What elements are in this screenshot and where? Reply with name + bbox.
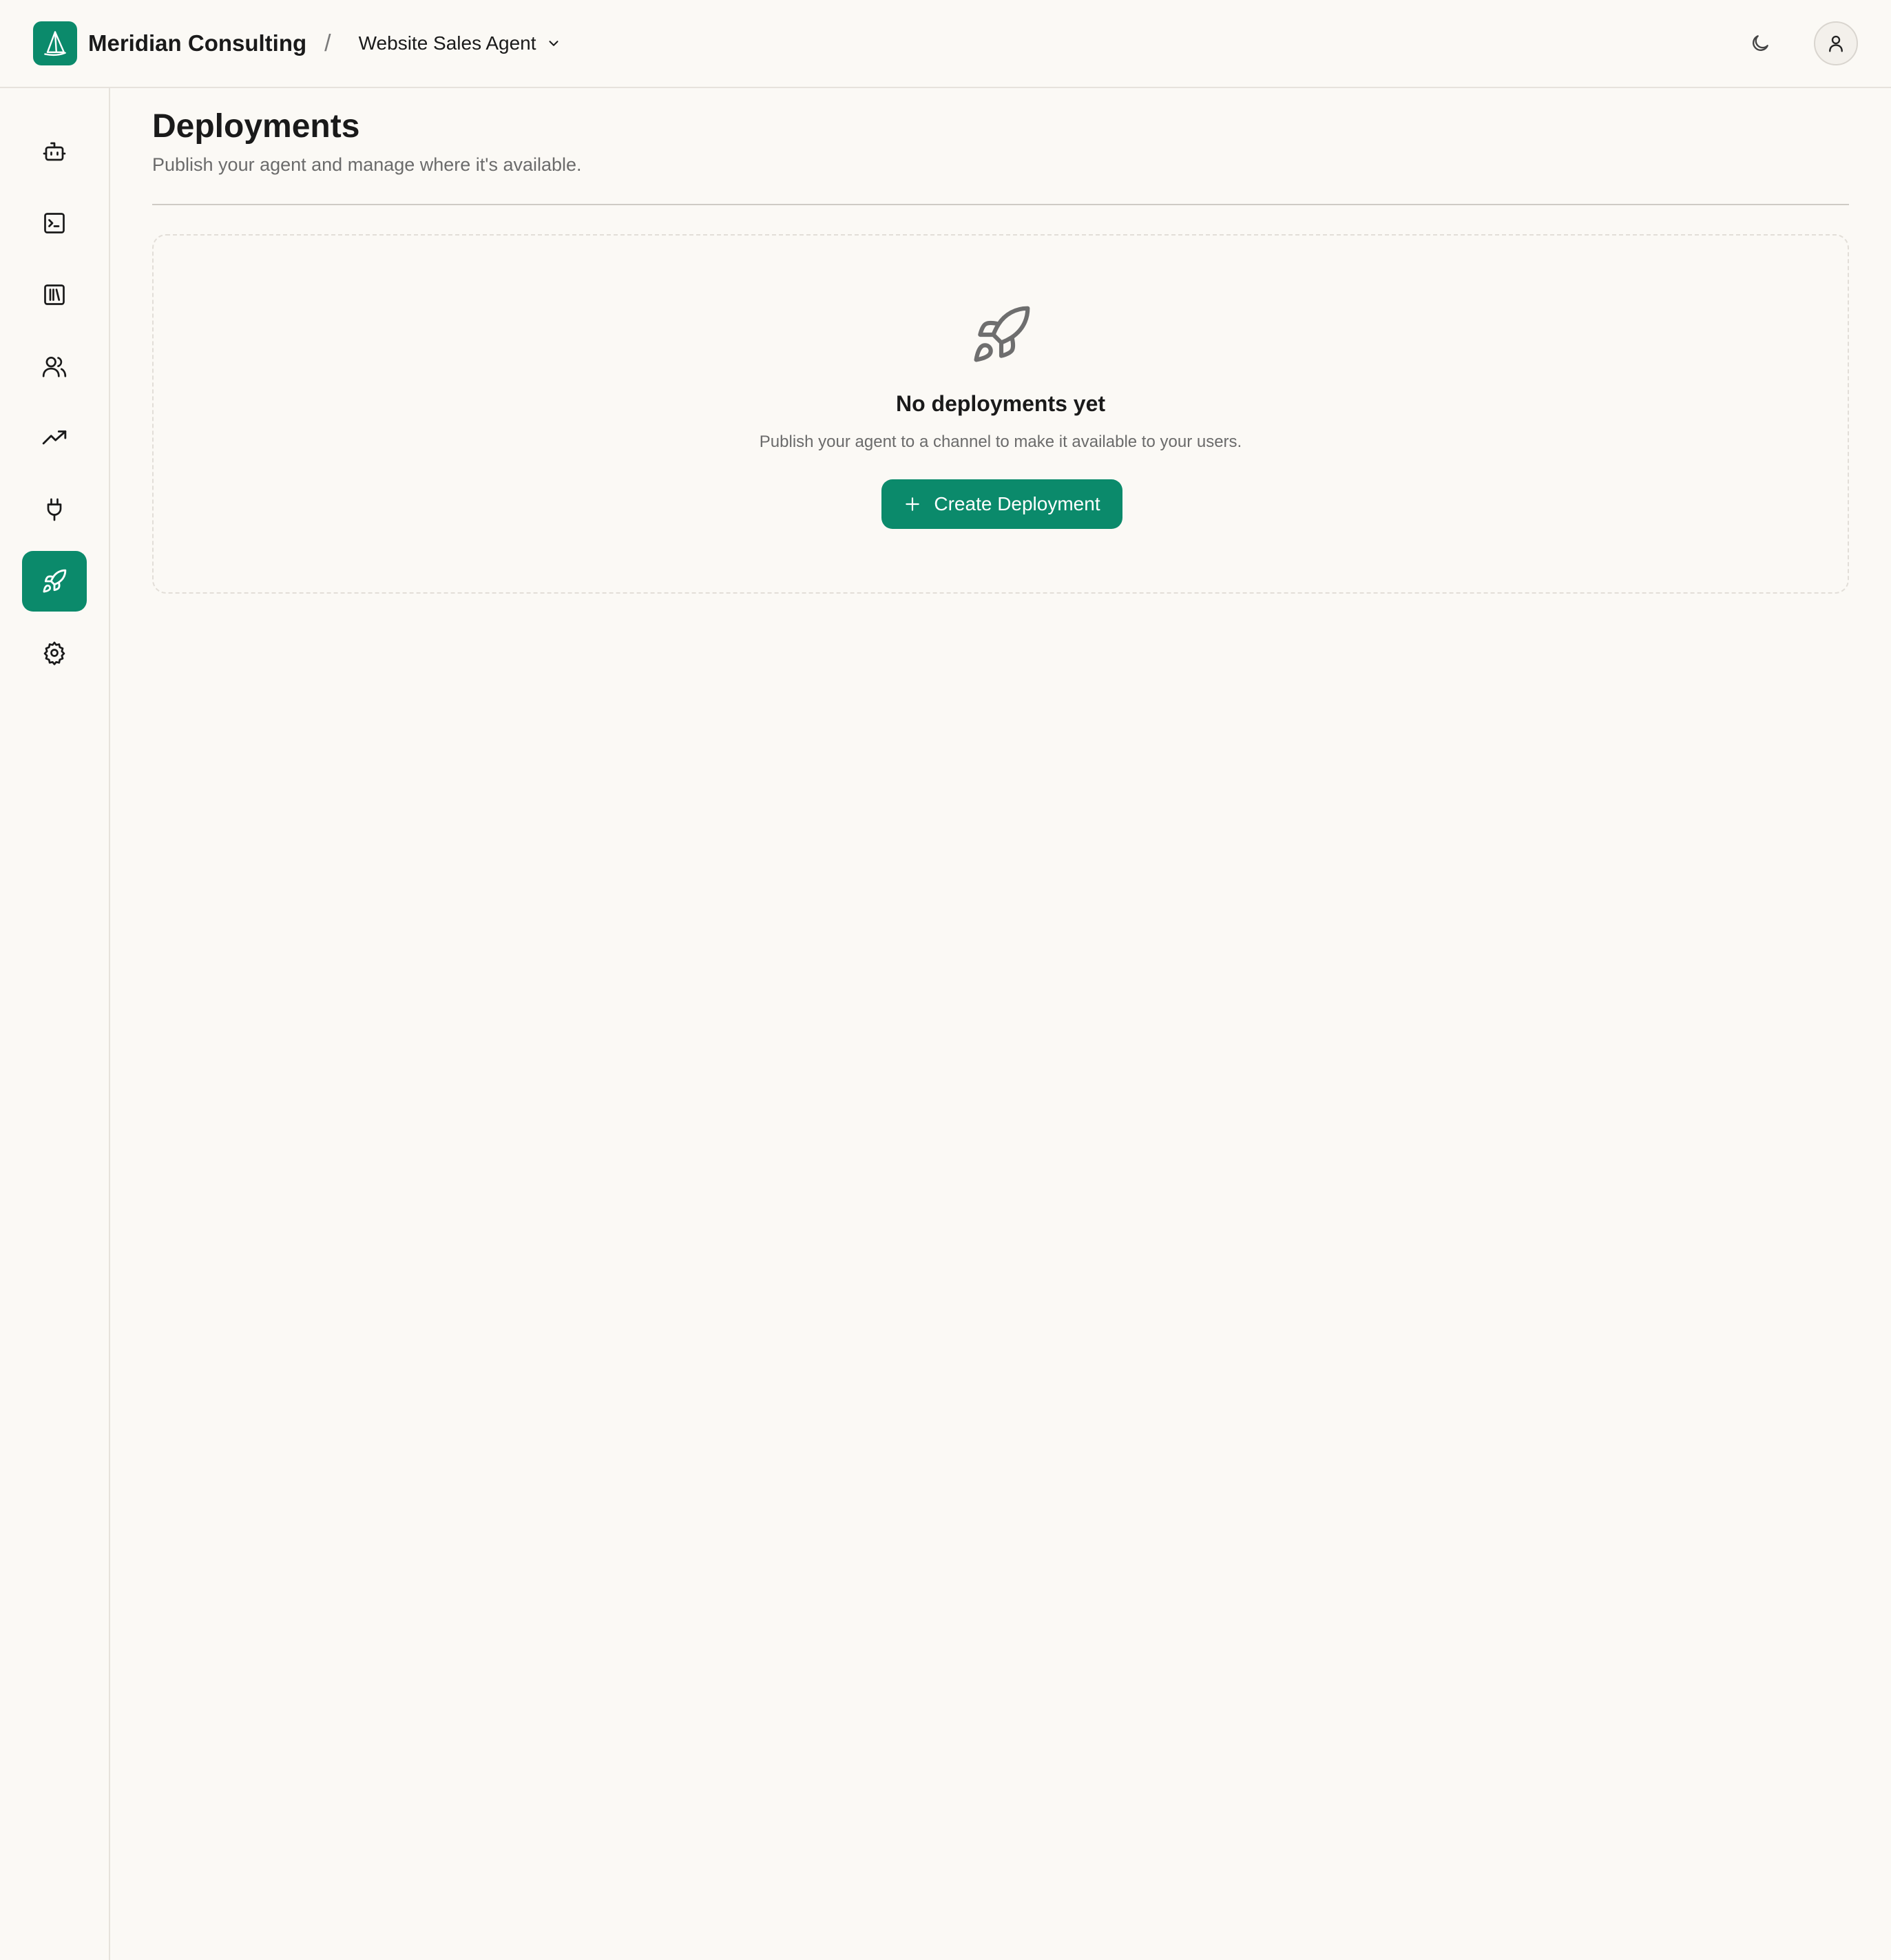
sidebar-item-agent[interactable] <box>22 121 87 182</box>
user-avatar-button[interactable] <box>1814 21 1858 65</box>
create-deployment-button[interactable]: Create Deployment <box>881 479 1122 529</box>
user-icon <box>1829 35 1843 52</box>
sidebar-item-analytics[interactable] <box>22 408 87 468</box>
empty-state-title: No deployments yet <box>895 391 1106 416</box>
users-icon <box>42 356 67 377</box>
page-subtitle: Publish your agent and manage where it's… <box>152 154 582 175</box>
bot-icon <box>43 142 66 161</box>
breadcrumb-separator: / <box>324 30 331 56</box>
sailboat-icon <box>44 31 66 56</box>
sidebar-nav <box>0 88 110 1960</box>
trending-up-icon <box>42 430 67 445</box>
header-divider <box>152 204 1849 205</box>
empty-state-card: No deployments yet Publish your agent to… <box>152 234 1849 594</box>
rocket-icon <box>974 306 1030 362</box>
sidebar-item-library[interactable] <box>22 264 87 325</box>
sidebar-item-console[interactable] <box>22 193 87 253</box>
rocket-icon <box>43 569 67 593</box>
plus-icon <box>906 497 920 511</box>
theme-toggle-button[interactable] <box>1739 23 1781 64</box>
agent-name: Website Sales Agent <box>358 32 536 54</box>
page-title: Deployments <box>152 108 360 145</box>
plug-icon <box>47 498 62 521</box>
settings-gear-icon <box>43 641 65 665</box>
sidebar-item-users[interactable] <box>22 336 87 397</box>
top-bar: Meridian Consulting / Website Sales Agen… <box>0 0 1891 88</box>
agent-selector[interactable]: Website Sales Agent <box>359 32 561 54</box>
empty-state-description: Publish your agent to a channel to make … <box>759 432 1242 451</box>
terminal-icon <box>44 213 65 233</box>
create-deployment-label: Create Deployment <box>934 493 1100 514</box>
library-icon <box>44 284 65 305</box>
sidebar-item-deployments[interactable] <box>22 551 87 612</box>
sidebar-item-settings[interactable] <box>22 623 87 683</box>
org-logo[interactable] <box>33 21 77 65</box>
org-name[interactable]: Meridian Consulting <box>88 30 306 56</box>
chevron-down-icon <box>548 41 558 46</box>
moon-icon <box>1753 35 1768 51</box>
sidebar-item-integrations[interactable] <box>22 479 87 540</box>
